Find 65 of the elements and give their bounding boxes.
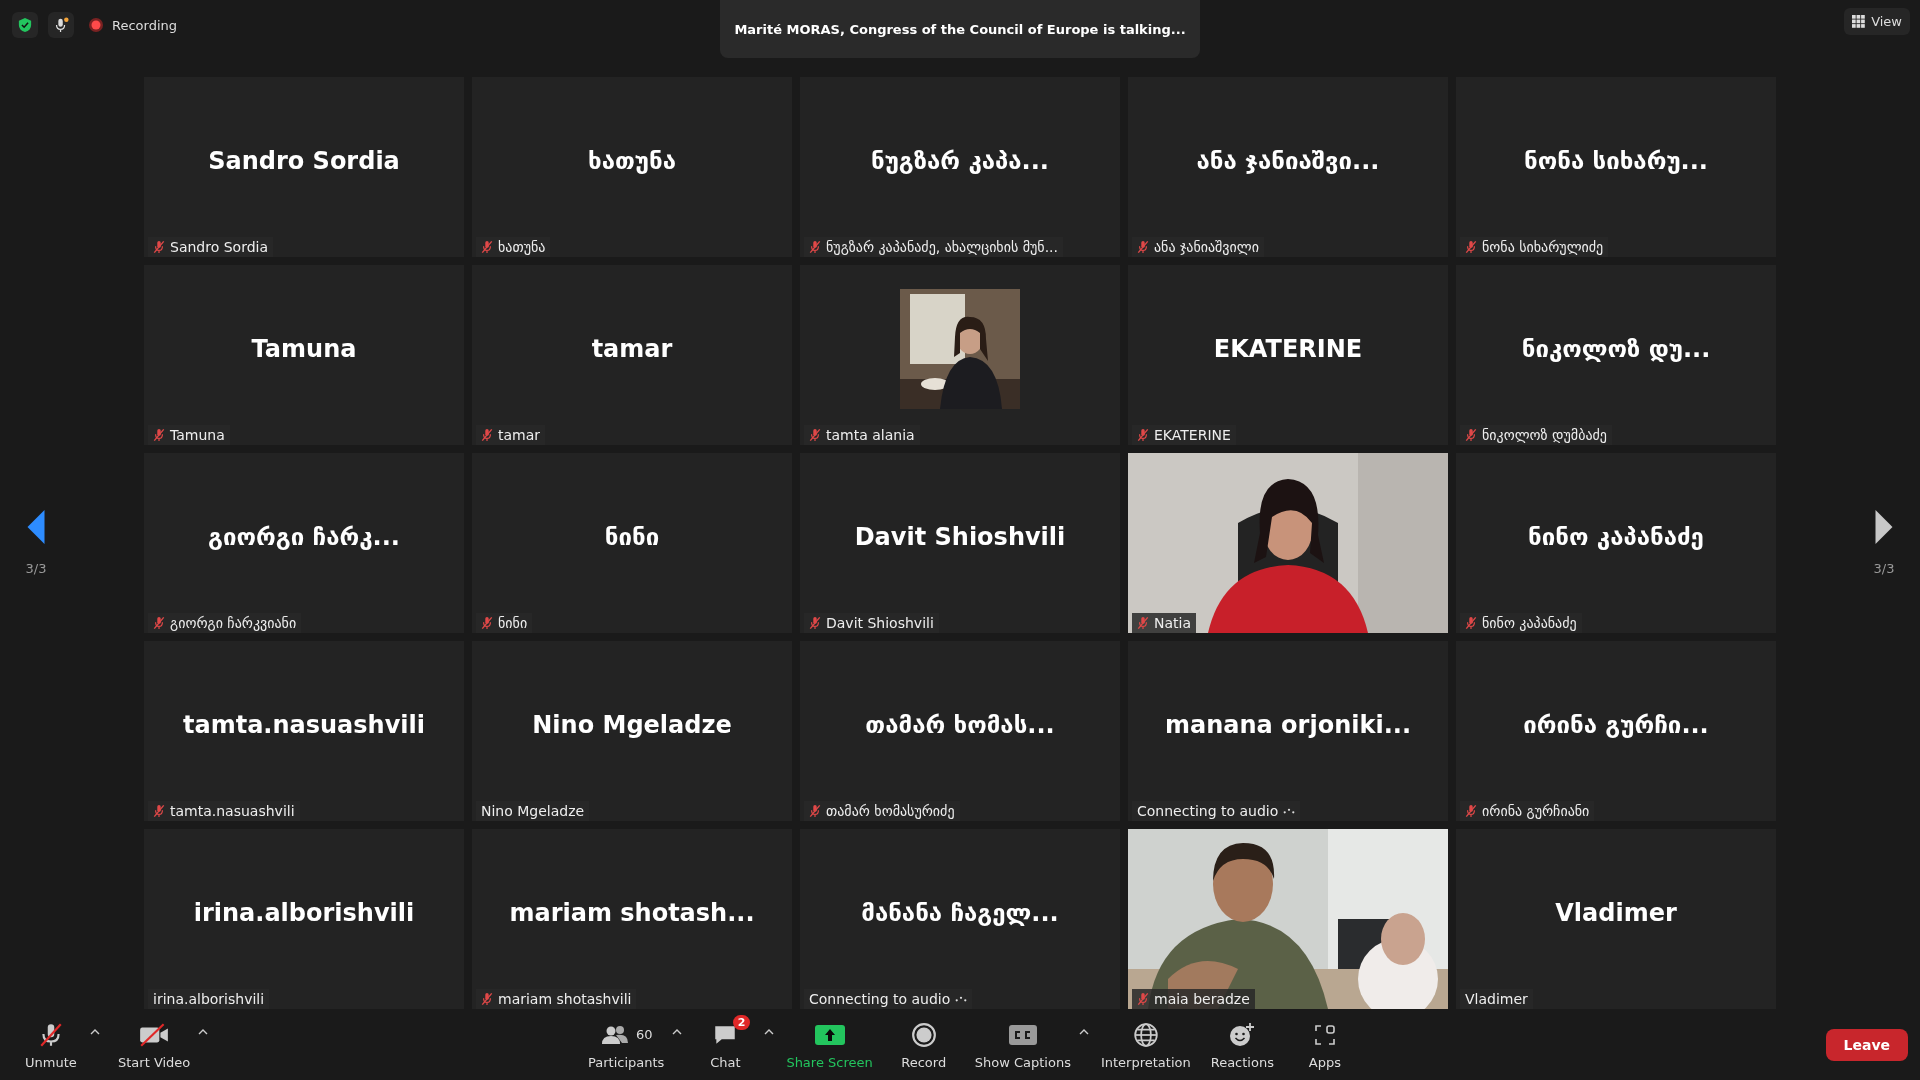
unmute-button[interactable]: Unmute xyxy=(12,1014,90,1076)
participant-display-name: ნინო კაპანაძე xyxy=(1482,615,1577,631)
participant-name: ხათუნა xyxy=(588,147,676,175)
participant-name: EKATERINE xyxy=(1213,335,1363,363)
participant-display-name: Davit Shioshvili xyxy=(826,615,934,631)
participant-display-name: Vladimer xyxy=(1465,991,1528,1007)
active-speaker-banner: Marité MORAS, Congress of the Council of Europe is talking... xyxy=(720,0,1200,58)
participant-display-name: ირინა გურჩიანი xyxy=(1482,803,1590,819)
participant-display-name: ნინი xyxy=(498,615,528,631)
participant-display-name: გიორგი ჩარკვიანი xyxy=(170,615,297,631)
participant-name: ირინა გურჩი... xyxy=(1523,711,1709,739)
participant-name: Davit Shioshvili xyxy=(854,523,1066,551)
record-button[interactable]: Record xyxy=(884,1014,963,1076)
participant-display-name: ანა ჯანიაშვილი xyxy=(1154,239,1259,255)
participant-display-name: mariam shotashvili xyxy=(498,991,632,1007)
participant-display-name: Connecting to audio xyxy=(809,991,951,1007)
recording-status: Recording xyxy=(112,17,178,33)
participant-name: irina.alborishvili xyxy=(193,899,415,927)
participant-display-name: tamta.nasuashvili xyxy=(170,803,295,819)
participant-name: tamta.nasuashvili xyxy=(183,711,425,739)
participant-name: გიორგი ჩარკ... xyxy=(208,523,400,551)
participant-name: Vladimer xyxy=(1555,899,1677,927)
participant-name: Nino Mgeladze xyxy=(532,711,732,739)
participant-display-name: maia beradze xyxy=(1154,991,1250,1007)
participant-display-name: Tamuna xyxy=(170,427,225,443)
participant-name: Tamuna xyxy=(251,335,357,363)
participant-display-name: Natia xyxy=(1154,615,1191,631)
participant-display-name: tamar xyxy=(498,427,541,443)
participant-name: mariam shotash... xyxy=(509,899,755,927)
participant-name: ნონა სიხარუ... xyxy=(1524,147,1708,175)
participant-display-name: tamta alania xyxy=(826,427,915,443)
interpretation-button[interactable]: Interpretation xyxy=(1092,1014,1199,1076)
participant-name: Sandro Sordia xyxy=(208,147,400,175)
participant-display-name: Nino Mgeladze xyxy=(481,803,585,819)
captions-button[interactable]: Show Captions xyxy=(966,1014,1079,1076)
participant-name: ნიკოლოზ დუ... xyxy=(1521,335,1711,363)
participant-count: 60 xyxy=(635,1027,653,1042)
participant-display-name: Connecting to audio xyxy=(1137,803,1279,819)
participant-display-name: ნონა სიხარულიძე xyxy=(1482,239,1604,255)
participant-display-name: ნიკოლოზ დუმბაძე xyxy=(1482,427,1607,443)
participant-name: ანა ჯანიაშვი... xyxy=(1196,147,1380,175)
participant-name: tamar xyxy=(591,335,673,363)
chat-button[interactable]: 2 Chat xyxy=(686,1014,765,1076)
participant-display-name: Sandro Sordia xyxy=(170,239,268,255)
participant-display-name: თამარ ხომასურიძე xyxy=(826,803,955,819)
participant-name: ნინო კაპანაძე xyxy=(1528,523,1704,551)
participant-display-name: EKATERINE xyxy=(1154,427,1231,443)
participant-name: ნინი xyxy=(604,523,660,551)
reactions-button[interactable]: Reactions xyxy=(1202,1014,1282,1076)
page-indicator: 3/3 xyxy=(25,560,47,576)
participant-name: ნუგზარ კაპა... xyxy=(871,147,1049,175)
view-button[interactable]: View xyxy=(1844,8,1910,35)
participant-name: თამარ ხომას... xyxy=(865,711,1055,739)
participant-display-name: irina.alborishvili xyxy=(153,991,265,1007)
share-button[interactable]: Share Screen xyxy=(778,1014,881,1076)
participant-name: მანანა ჩაგელ... xyxy=(861,899,1059,927)
page-indicator: 3/3 xyxy=(1873,560,1895,576)
participant-display-name: ნუგზარ კაპანაძე, ახალციხის მუნ... xyxy=(826,239,1058,255)
unread-badge: 2 xyxy=(732,1014,751,1030)
participant-name: manana orjoniki... xyxy=(1165,711,1411,739)
apps-button[interactable]: Apps xyxy=(1285,1014,1364,1076)
start-video-button[interactable]: Start Video xyxy=(110,1014,199,1076)
leave-button[interactable]: Leave xyxy=(1825,1029,1908,1061)
participant-display-name: ხათუნა xyxy=(498,239,546,255)
participants-button[interactable]: 60 Participants xyxy=(580,1014,673,1076)
